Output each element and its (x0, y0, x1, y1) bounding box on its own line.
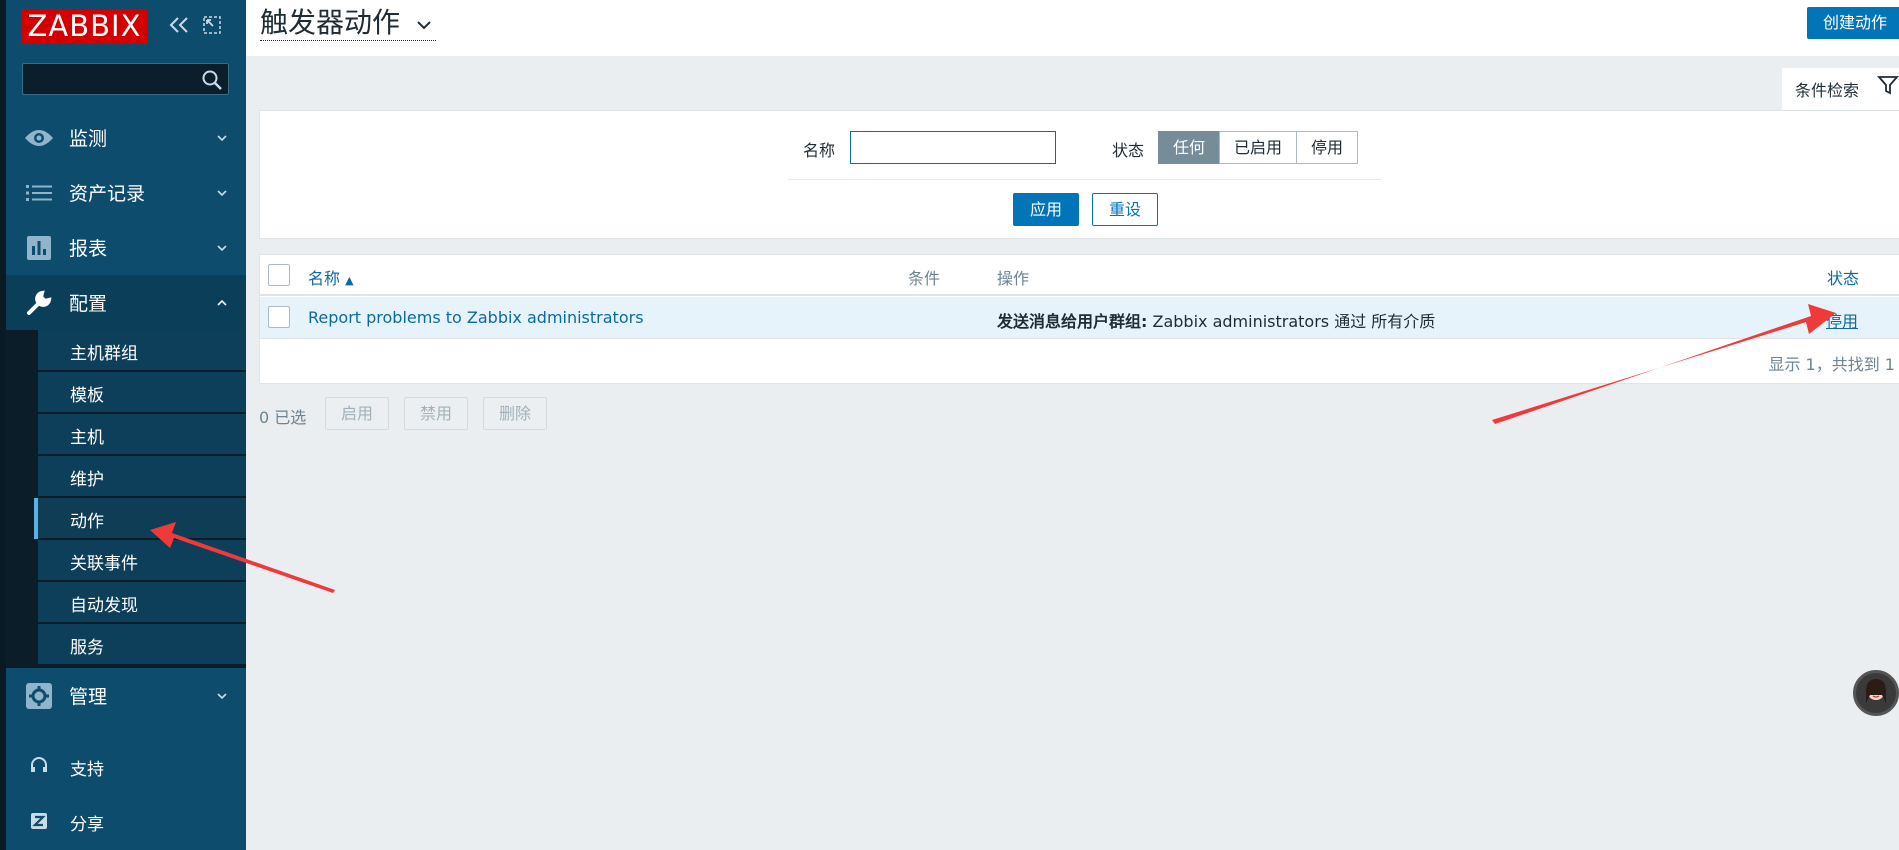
menu-item-administration[interactable]: 管理 (6, 668, 246, 723)
share-icon (31, 813, 47, 829)
column-name-label: 名称 (308, 269, 341, 288)
menu-item-inventory[interactable]: 资产记录 (6, 165, 246, 220)
zabbix-logo[interactable]: ZABBIX (22, 9, 147, 43)
submenu-label: 自动发现 (70, 596, 138, 616)
row-checkbox[interactable] (268, 306, 290, 328)
page-header: 触发器动作 创建动作 (246, 0, 1899, 56)
table-row: Report problems to Zabbix administrators… (260, 297, 1899, 339)
headset-icon (31, 757, 47, 772)
submenu-item-discovery[interactable]: 自动发现 (38, 582, 246, 623)
menu-label: 配置 (69, 293, 108, 315)
menu-label: 报表 (69, 238, 108, 260)
submenu-item-templates[interactable]: 模板 (38, 372, 246, 413)
status-filter-label: 状态 (1112, 141, 1145, 160)
action-operations: 发送消息给用户群组: Zabbix administrators 通过 所有介质 (997, 308, 1435, 332)
submenu-label: 动作 (70, 512, 104, 532)
eye-icon (23, 124, 55, 152)
submenu-label: 服务 (70, 638, 104, 658)
filter-panel: 名称 状态 任何 已启用 停用 应用 重设 (259, 110, 1899, 239)
menu-label: 支持 (70, 760, 104, 780)
operation-detail: Zabbix administrators 通过 所有介质 (1147, 312, 1436, 331)
action-status-toggle[interactable]: 停用 (1826, 308, 1858, 332)
status-filter-segmented: 任何 已启用 停用 (1158, 131, 1359, 164)
chevron-down-icon (217, 244, 227, 251)
apply-button[interactable]: 应用 (1013, 193, 1079, 226)
chevron-up-icon (217, 299, 227, 306)
floating-assistant-avatar[interactable] (1853, 670, 1899, 716)
bar-chart-icon (23, 234, 55, 262)
menu-item-monitoring[interactable]: 监测 (6, 110, 246, 165)
submenu-item-event-correlation[interactable]: 关联事件 (38, 540, 246, 581)
select-all-checkbox[interactable] (268, 264, 290, 286)
wrench-icon (23, 289, 55, 317)
sort-asc-icon: ▲ (345, 274, 354, 287)
status-option-disabled[interactable]: 停用 (1296, 131, 1359, 164)
action-name-link[interactable]: Report problems to Zabbix administrators (308, 308, 644, 327)
submenu-label: 关联事件 (70, 554, 138, 574)
menu-label: 资产记录 (69, 183, 146, 205)
submenu-item-actions[interactable]: 动作 (34, 498, 246, 539)
submenu-item-hosts[interactable]: 主机 (38, 414, 246, 455)
menu-item-configuration[interactable]: 配置 (6, 275, 246, 330)
menu-item-reports[interactable]: 报表 (6, 220, 246, 275)
gear-icon (23, 682, 55, 710)
status-option-any[interactable]: 任何 (1158, 131, 1221, 164)
create-action-button[interactable]: 创建动作 (1806, 7, 1899, 39)
chevron-down-icon (217, 692, 227, 699)
filter-icon (1877, 76, 1899, 95)
status-option-enabled[interactable]: 已启用 (1219, 131, 1298, 164)
column-status-sort[interactable]: 状态 (1827, 265, 1859, 289)
delete-button[interactable]: 删除 (483, 397, 548, 430)
filter-tab-label: 条件检索 (1795, 81, 1860, 100)
disable-button[interactable]: 禁用 (404, 397, 469, 430)
filter-divider (788, 179, 1381, 180)
actions-table: 名称 ▲ 条件 操作 状态 Report problems to Zabbix … (259, 254, 1899, 384)
table-footer-count: 显示 1，共找到 1 (1768, 355, 1895, 374)
column-operations: 操作 (997, 269, 1030, 288)
menu-label: 分享 (70, 815, 104, 835)
column-name-sort[interactable]: 名称 ▲ (308, 265, 354, 289)
page-title: 触发器动作 (260, 6, 401, 39)
name-filter-label: 名称 (803, 141, 836, 160)
chevron-down-icon (417, 21, 431, 30)
table-header: 名称 ▲ 条件 操作 状态 (260, 255, 1899, 296)
avatar-face-icon (1866, 679, 1886, 703)
column-conditions: 条件 (908, 269, 941, 288)
name-filter-input[interactable] (850, 131, 1056, 164)
submenu-item-host-groups[interactable]: 主机群组 (38, 330, 246, 371)
menu-item-support[interactable]: 支持 (6, 741, 246, 791)
filter-tab[interactable]: 条件检索 (1782, 68, 1899, 111)
sidebar: ZABBIX 监测 资产记录 报表 配置 主机群组 模板 主机 维护 动作 关联… (0, 0, 246, 850)
selected-count: 0 已选 (259, 408, 307, 427)
submenu-item-services[interactable]: 服务 (38, 624, 246, 665)
submenu-item-maintenance[interactable]: 维护 (38, 456, 246, 497)
reset-button[interactable]: 重设 (1092, 193, 1158, 226)
menu-label: 监测 (69, 128, 108, 150)
page-title-dropdown[interactable]: 触发器动作 (260, 5, 437, 41)
sidebar-search-input[interactable] (22, 63, 229, 95)
operation-type: 发送消息给用户群组: (997, 312, 1148, 331)
kiosk-mode-icon[interactable] (202, 14, 222, 36)
chevron-down-icon (217, 189, 227, 196)
submenu-label: 维护 (70, 470, 104, 490)
menu-item-share[interactable]: 分享 (6, 796, 246, 846)
submenu-label: 主机 (70, 428, 104, 448)
configuration-submenu: 主机群组 模板 主机 维护 动作 关联事件 自动发现 服务 (6, 330, 246, 668)
menu-label: 管理 (69, 686, 108, 708)
list-icon (23, 179, 55, 207)
enable-button[interactable]: 启用 (325, 397, 390, 430)
search-icon[interactable] (201, 69, 223, 91)
submenu-label: 主机群组 (70, 344, 138, 364)
submenu-label: 模板 (70, 386, 104, 406)
collapse-sidebar-icon[interactable] (168, 14, 190, 36)
chevron-down-icon (217, 134, 227, 141)
